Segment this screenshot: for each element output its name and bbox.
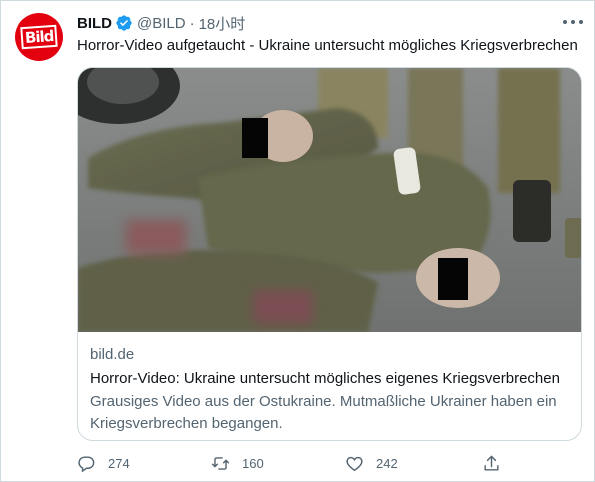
tweet-timestamp[interactable]: 18小时: [199, 13, 246, 34]
card-description: Grausiges Video aus der Ostukraine. Mutm…: [90, 393, 557, 432]
heart-icon: [346, 456, 363, 471]
bild-logo: Bild: [19, 19, 59, 55]
header-separator: ·: [189, 14, 195, 32]
card-photo-illustration: [78, 68, 581, 332]
verified-badge-icon: [116, 15, 132, 31]
more-options-icon[interactable]: [563, 15, 583, 29]
avatar[interactable]: Bild: [15, 13, 63, 61]
user-handle[interactable]: @BILD: [137, 15, 186, 32]
tweet-actions: 274 160 242: [77, 451, 582, 475]
card-title: Horror-Video: Ukraine untersucht möglich…: [90, 370, 560, 387]
card-info: bild.de Horror-Video: Ukraine untersucht…: [90, 345, 570, 435]
retweet-icon: [211, 456, 230, 470]
like-count: 242: [376, 455, 398, 471]
tweet-header: BILD @BILD · 18小时: [77, 13, 245, 33]
retweet-button[interactable]: 160: [211, 451, 264, 475]
tweet-text: Horror-Video aufgetaucht - Ukraine unter…: [77, 37, 578, 54]
link-card[interactable]: bild.de Horror-Video: Ukraine untersucht…: [77, 67, 582, 441]
display-name[interactable]: BILD: [77, 15, 112, 32]
like-button[interactable]: 242: [345, 451, 398, 475]
card-image[interactable]: [78, 68, 581, 332]
share-button[interactable]: [482, 451, 501, 475]
retweet-count: 160: [242, 455, 264, 471]
card-domain: bild.de: [90, 346, 135, 363]
reply-icon: [78, 455, 95, 472]
share-icon: [484, 455, 499, 471]
tweet[interactable]: Bild BILD @BILD · 18小时 Horror-Video aufg…: [0, 0, 595, 482]
avatar-logo-text: Bild: [20, 24, 58, 50]
reply-button[interactable]: 274: [77, 451, 130, 475]
reply-count: 274: [108, 455, 130, 471]
